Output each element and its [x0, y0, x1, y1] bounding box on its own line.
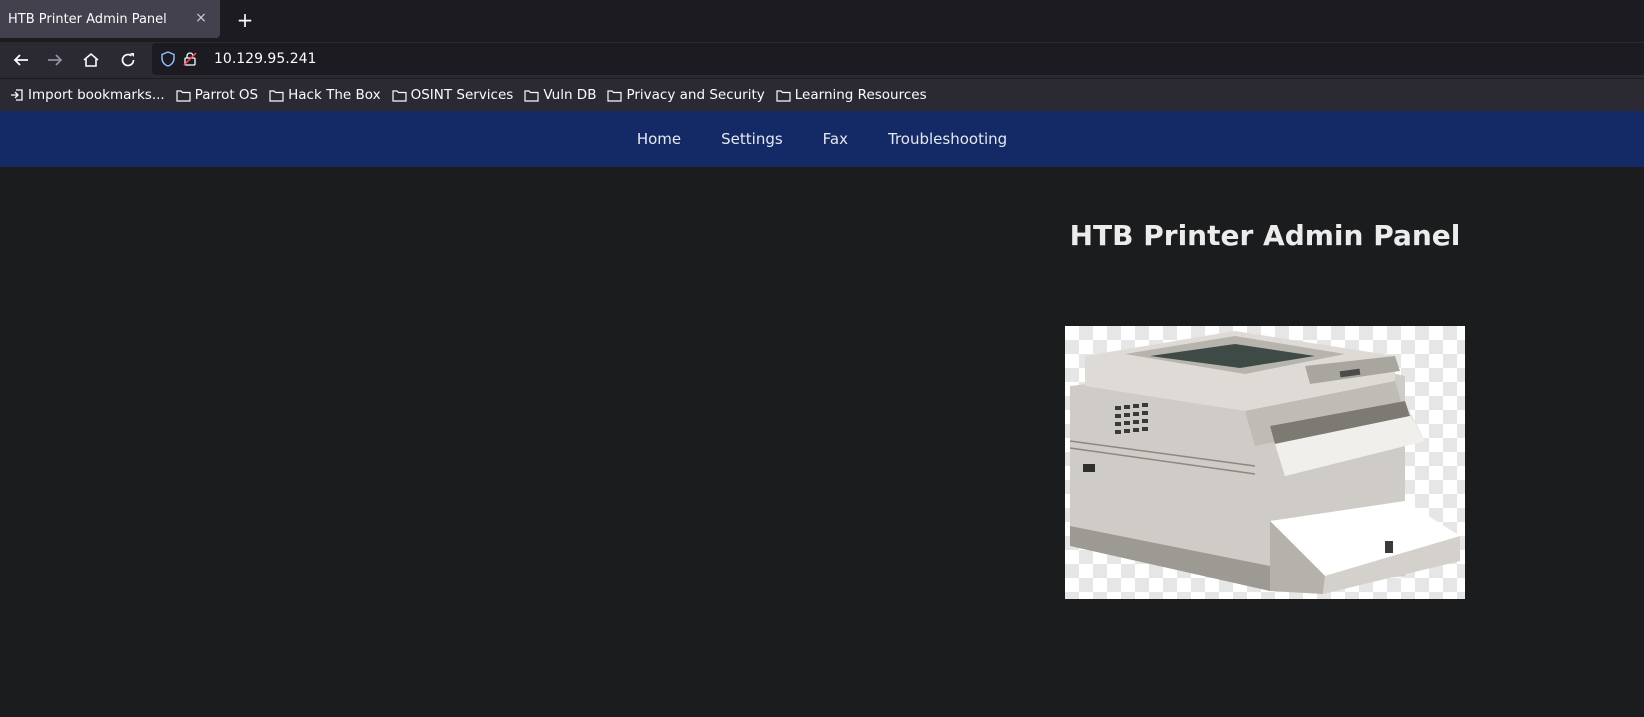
import-icon	[11, 89, 23, 101]
bookmark-import[interactable]: Import bookmarks...	[10, 87, 165, 103]
folder-icon	[269, 89, 284, 102]
folder-icon	[524, 89, 539, 102]
bookmark-label: OSINT Services	[410, 87, 514, 103]
nav-settings-link[interactable]: Settings	[721, 130, 783, 148]
bookmark-osint-services[interactable]: OSINT Services	[391, 87, 514, 103]
url-text: 10.129.95.241	[214, 51, 317, 67]
folder-icon	[176, 89, 191, 102]
page-content: HTB Printer Admin Panel	[0, 167, 1644, 717]
navigation-toolbar: 10.129.95.241	[0, 42, 1644, 78]
bookmark-label: Learning Resources	[794, 87, 927, 103]
bookmark-label: Import bookmarks...	[28, 87, 165, 103]
reload-icon[interactable]	[115, 47, 141, 73]
home-icon[interactable]	[78, 47, 104, 73]
bookmark-label: Hack The Box	[288, 87, 381, 103]
nav-troubleshooting-link[interactable]: Troubleshooting	[888, 130, 1007, 148]
bookmark-learning-resources[interactable]: Learning Resources	[776, 87, 927, 103]
tab-strip: HTB Printer Admin Panel × +	[0, 0, 1644, 40]
bookmark-privacy-security[interactable]: Privacy and Security	[607, 87, 765, 103]
bookmark-label: Parrot OS	[194, 87, 259, 103]
tab-title: HTB Printer Admin Panel	[8, 11, 167, 27]
printer-image	[1065, 326, 1465, 599]
printer-illustration	[1069, 331, 1460, 594]
folder-icon	[776, 89, 791, 102]
folder-icon	[391, 89, 407, 102]
folder-icon	[607, 89, 623, 102]
nav-home-link[interactable]: Home	[637, 130, 681, 148]
bookmarks-toolbar: Import bookmarks... Parrot OS Hack The B…	[0, 79, 1644, 111]
insecure-lock-icon[interactable]	[182, 51, 198, 71]
close-tab-icon[interactable]: ×	[192, 9, 210, 27]
back-icon[interactable]	[8, 47, 34, 73]
bookmark-vuln-db[interactable]: Vuln DB	[524, 87, 596, 103]
new-tab-button[interactable]: +	[232, 7, 258, 33]
bookmark-parrot-os[interactable]: Parrot OS	[176, 87, 258, 103]
browser-tab[interactable]: HTB Printer Admin Panel ×	[0, 0, 220, 38]
bookmark-label: Privacy and Security	[626, 87, 765, 103]
bookmark-label: Vuln DB	[543, 87, 597, 103]
site-navbar: Home Settings Fax Troubleshooting	[0, 111, 1644, 167]
forward-icon[interactable]	[42, 47, 68, 73]
nav-fax-link[interactable]: Fax	[823, 130, 848, 148]
address-bar[interactable]: 10.129.95.241	[152, 43, 1644, 75]
bookmark-hack-the-box[interactable]: Hack The Box	[269, 87, 381, 103]
shield-icon[interactable]	[160, 51, 176, 71]
page-title: HTB Printer Admin Panel	[1069, 219, 1461, 252]
